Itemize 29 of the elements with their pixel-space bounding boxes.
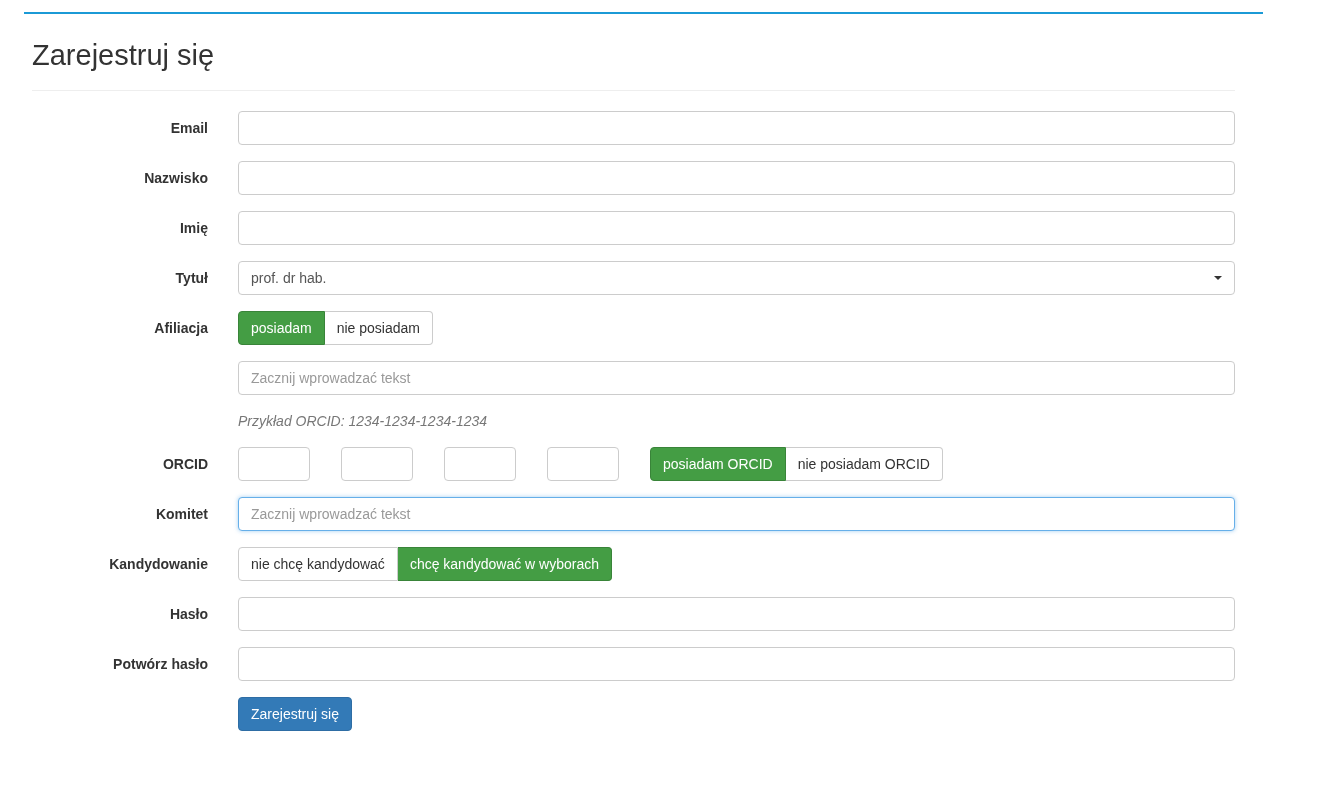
orcid-field[interactable] — [341, 447, 413, 481]
orcid-field[interactable] — [444, 447, 516, 481]
field-label: Komitet — [154, 506, 208, 522]
caret-icon — [1214, 276, 1222, 280]
field-label: Nazwisko — [143, 170, 208, 186]
field-label: Potwórz hasło — [112, 656, 208, 672]
input-field[interactable]: Zacznij wprowadzać tekst — [238, 497, 1235, 531]
toggle-option[interactable]: nie posiadam ORCID — [785, 447, 943, 481]
input-field[interactable] — [238, 211, 1235, 245]
help-text: Przykład ORCID: 1234-1234-1234-1234 — [238, 413, 488, 429]
toggle-option[interactable]: nie posiadam — [324, 311, 433, 345]
orcid-field[interactable] — [547, 447, 619, 481]
input-field[interactable] — [238, 647, 1235, 681]
page-title: Zarejestruj się — [32, 38, 1235, 91]
input-field[interactable] — [238, 161, 1235, 195]
field-label: Email — [169, 120, 208, 136]
field-label: Hasło — [168, 606, 208, 622]
field-label: Tytuł — [174, 270, 208, 286]
field-label: Kandydowanie — [108, 556, 208, 572]
input-field[interactable] — [238, 111, 1235, 145]
toggle-option[interactable]: nie chcę kandydować — [238, 547, 398, 581]
input-field[interactable]: Zacznij wprowadzać tekst — [238, 361, 1235, 395]
select-field[interactable]: prof. dr hab. — [238, 261, 1235, 295]
field-label: ORCID — [161, 456, 208, 472]
field-label: Imię — [179, 220, 208, 236]
register-button[interactable]: Zarejestruj się — [238, 697, 352, 731]
orcid-field[interactable] — [238, 447, 310, 481]
field-label: Afiliacja — [153, 320, 208, 336]
input-field[interactable] — [238, 597, 1235, 631]
